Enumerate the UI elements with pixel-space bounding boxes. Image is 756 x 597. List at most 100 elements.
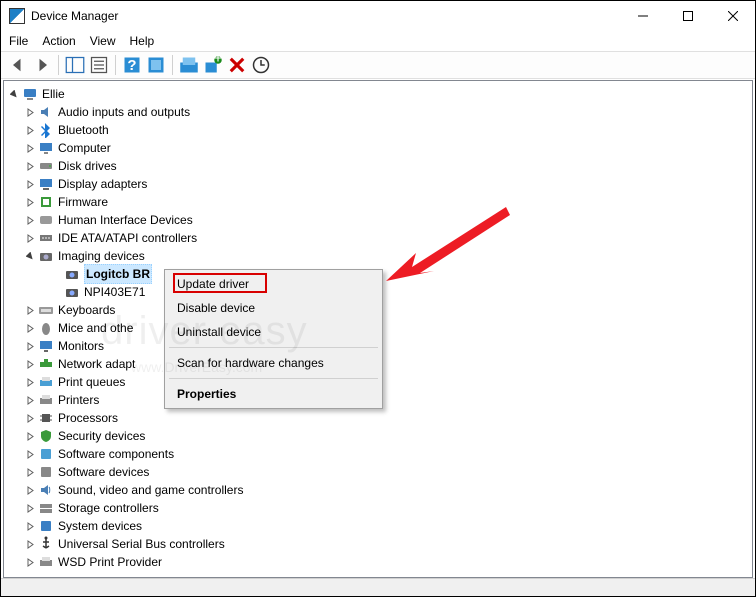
ctx-separator <box>169 378 378 379</box>
context-menu: Update driver Disable device Uninstall d… <box>164 269 383 409</box>
swcomp-icon <box>38 446 54 462</box>
add-legacy-hardware-button[interactable]: + <box>202 54 224 76</box>
expand-icon[interactable] <box>24 358 36 370</box>
tree-node-label: Keyboards <box>58 301 115 319</box>
menu-action[interactable]: Action <box>42 34 75 48</box>
help-button[interactable]: ? <box>121 54 143 76</box>
tree-node[interactable]: Processors <box>8 409 752 427</box>
uninstall-device-button[interactable] <box>226 54 248 76</box>
computer-icon <box>38 140 54 156</box>
ctx-scan-hardware[interactable]: Scan for hardware changes <box>167 351 380 375</box>
forward-button[interactable] <box>31 54 53 76</box>
expand-icon[interactable] <box>24 484 36 496</box>
expand-icon[interactable] <box>24 412 36 424</box>
sound-icon <box>38 482 54 498</box>
menu-file[interactable]: File <box>9 34 28 48</box>
tree-node-label: Ellie <box>42 85 65 103</box>
expand-icon[interactable] <box>24 520 36 532</box>
expand-icon[interactable] <box>24 448 36 460</box>
minimize-button[interactable] <box>620 1 665 31</box>
svg-text:?: ? <box>127 57 136 74</box>
tree-node-label: Security devices <box>58 427 145 445</box>
properties-button[interactable] <box>88 54 110 76</box>
storage-icon <box>38 500 54 516</box>
expand-icon[interactable] <box>24 214 36 226</box>
tree-node-label: WSD Print Provider <box>58 553 162 571</box>
toolbar-separator <box>172 55 173 75</box>
ctx-properties[interactable]: Properties <box>167 382 380 406</box>
tree-node-label: Audio inputs and outputs <box>58 103 190 121</box>
expand-icon[interactable] <box>24 556 36 568</box>
toolbar-separator <box>115 55 116 75</box>
action-button[interactable] <box>145 54 167 76</box>
tree-node[interactable]: Universal Serial Bus controllers <box>8 535 752 553</box>
tree-node-label: Print queues <box>58 373 125 391</box>
update-driver-button[interactable] <box>250 54 272 76</box>
menu-bar: File Action View Help <box>1 31 755 51</box>
tree-node[interactable]: Sound, video and game controllers <box>8 481 752 499</box>
tree-node[interactable]: Firmware <box>8 193 752 211</box>
expand-icon[interactable] <box>24 376 36 388</box>
tree-node[interactable]: WSD Print Provider <box>8 553 752 571</box>
menu-help[interactable]: Help <box>130 34 155 48</box>
expand-icon[interactable] <box>24 196 36 208</box>
ctx-uninstall-device[interactable]: Uninstall device <box>167 320 380 344</box>
collapse-icon[interactable] <box>8 88 20 100</box>
expand-icon[interactable] <box>24 160 36 172</box>
show-hide-console-tree-button[interactable] <box>64 54 86 76</box>
status-bar <box>1 578 755 596</box>
camera-icon <box>64 266 80 282</box>
tree-node[interactable]: Software components <box>8 445 752 463</box>
tree-node[interactable]: Disk drives <box>8 157 752 175</box>
network-icon <box>38 356 54 372</box>
scan-hardware-button[interactable] <box>178 54 200 76</box>
cpu-icon <box>38 410 54 426</box>
tree-node-label: Disk drives <box>58 157 117 175</box>
tree-node[interactable]: Audio inputs and outputs <box>8 103 752 121</box>
ctx-update-driver[interactable]: Update driver <box>167 272 380 296</box>
expand-icon[interactable] <box>24 466 36 478</box>
tree-node-label: Logitcb BR <box>84 264 152 284</box>
expand-icon[interactable] <box>24 538 36 550</box>
tree-node[interactable]: Display adapters <box>8 175 752 193</box>
tree-node-label: Network adapt <box>58 355 135 373</box>
ctx-separator <box>169 347 378 348</box>
expand-icon[interactable] <box>24 430 36 442</box>
tree-node-label: Storage controllers <box>58 499 159 517</box>
tree-node[interactable]: Software devices <box>8 463 752 481</box>
tree-node[interactable]: Bluetooth <box>8 121 752 139</box>
tree-node-label: Software devices <box>58 463 149 481</box>
printer-icon <box>38 392 54 408</box>
expand-icon[interactable] <box>24 142 36 154</box>
audio-icon <box>38 104 54 120</box>
imaging-icon <box>38 248 54 264</box>
ctx-disable-device[interactable]: Disable device <box>167 296 380 320</box>
expand-icon[interactable] <box>24 124 36 136</box>
tree-node-label: Processors <box>58 409 118 427</box>
expand-icon[interactable] <box>24 502 36 514</box>
tree-node[interactable]: Human Interface Devices <box>8 211 752 229</box>
keyboard-icon <box>38 302 54 318</box>
tree-node[interactable]: Security devices <box>8 427 752 445</box>
back-button[interactable] <box>7 54 29 76</box>
expand-icon[interactable] <box>24 232 36 244</box>
expand-icon[interactable] <box>24 178 36 190</box>
expand-icon[interactable] <box>24 340 36 352</box>
maximize-button[interactable] <box>665 1 710 31</box>
app-icon <box>9 8 25 24</box>
collapse-icon[interactable] <box>24 250 36 262</box>
tree-node[interactable]: Computer <box>8 139 752 157</box>
close-button[interactable] <box>710 1 755 31</box>
tree-node[interactable]: IDE ATA/ATAPI controllers <box>8 229 752 247</box>
tree-node-label: NPI403E71 <box>84 283 145 301</box>
tree-node[interactable]: Imaging devices <box>8 247 752 265</box>
expand-icon[interactable] <box>24 304 36 316</box>
expand-icon[interactable] <box>24 322 36 334</box>
tree-node[interactable]: Storage controllers <box>8 499 752 517</box>
expand-icon[interactable] <box>24 394 36 406</box>
tree-node[interactable]: System devices <box>8 517 752 535</box>
tree-node-label: System devices <box>58 517 142 535</box>
tree-node[interactable]: Ellie <box>8 85 752 103</box>
expand-icon[interactable] <box>24 106 36 118</box>
menu-view[interactable]: View <box>90 34 116 48</box>
